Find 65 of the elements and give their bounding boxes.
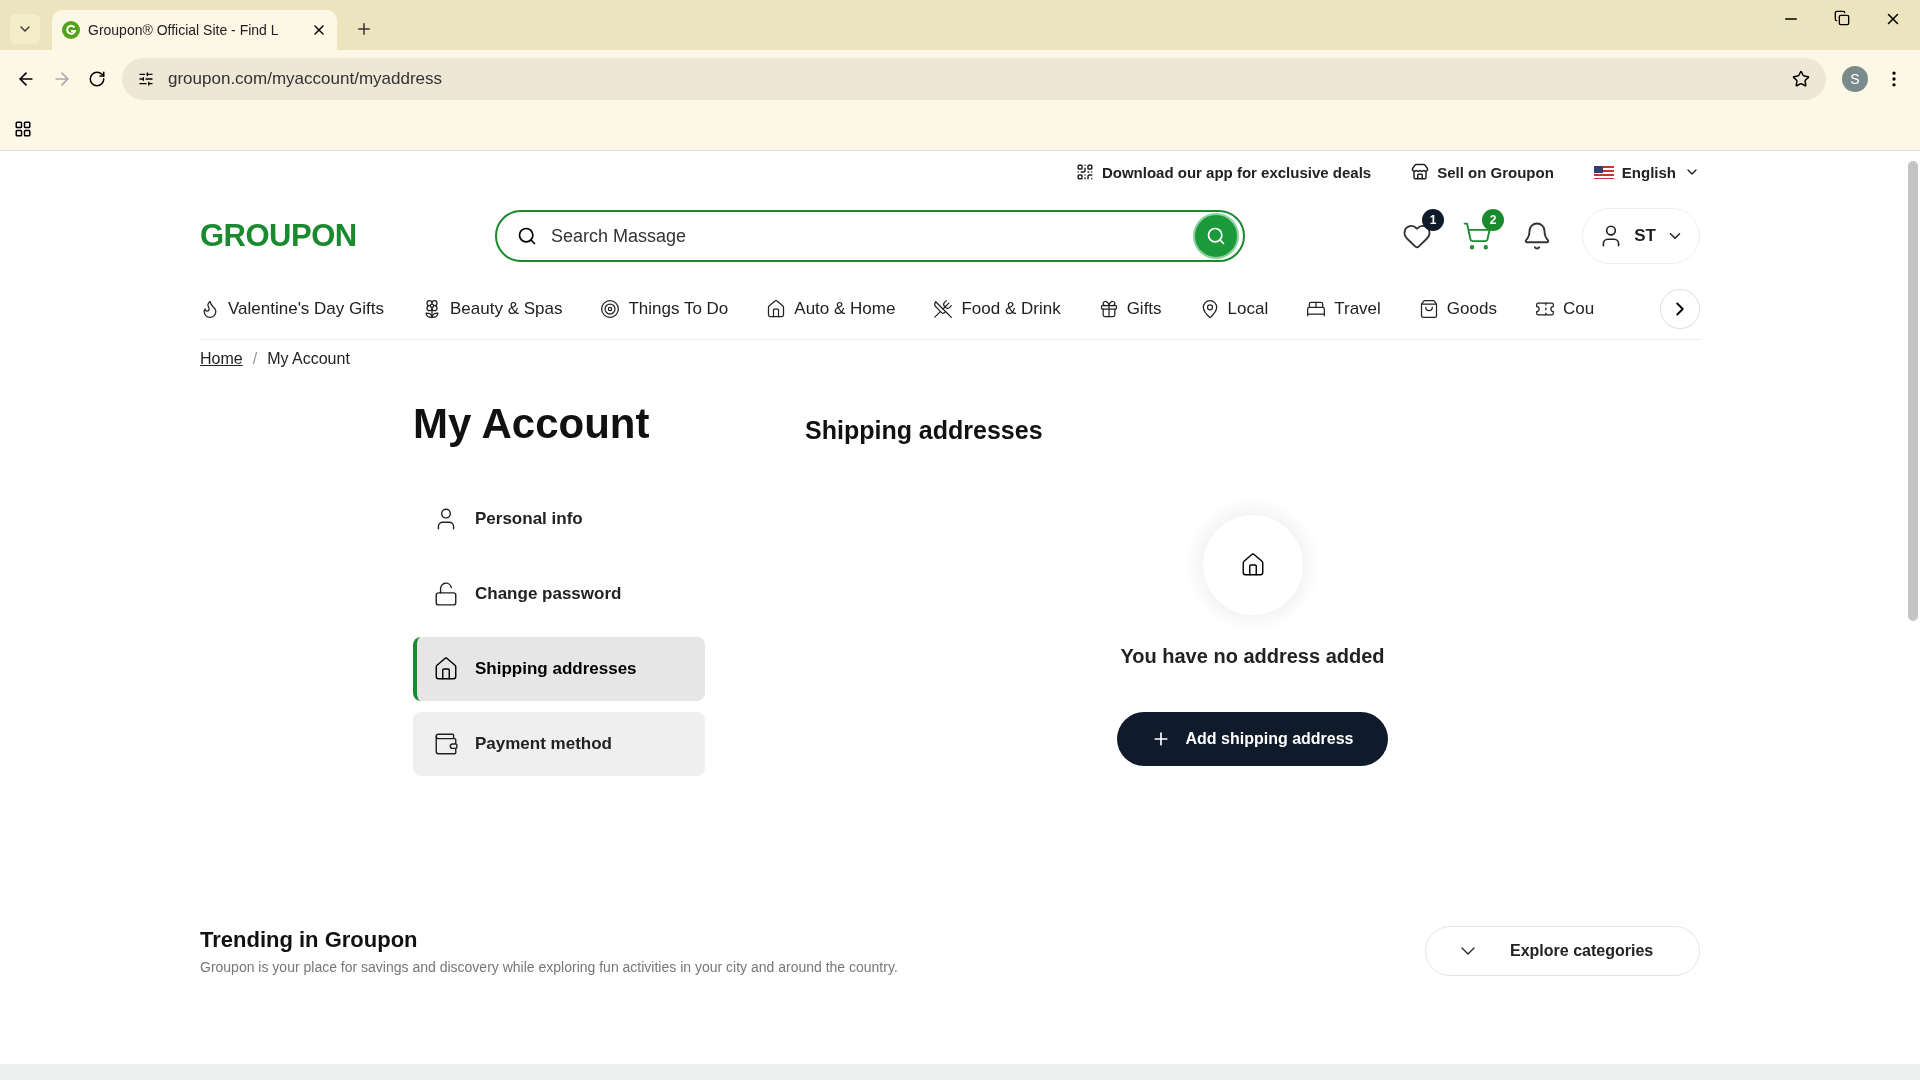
wishlist-count: 1: [1422, 209, 1444, 231]
top-link[interactable]: Sell on Groupon: [1411, 163, 1554, 181]
category-link[interactable]: Gifts: [1098, 299, 1162, 319]
cart-count: 2: [1482, 209, 1504, 231]
account-menu-button[interactable]: ST: [1582, 208, 1700, 264]
cart-button[interactable]: [1462, 221, 1492, 251]
top-link[interactable]: Download our app for exclusive deals: [1075, 163, 1372, 181]
flag-icon: [1593, 165, 1614, 179]
account-menu-item[interactable]: Change password: [413, 562, 705, 626]
apps-icon[interactable]: [14, 120, 32, 138]
groupon-logo[interactable]: GROUPON: [200, 218, 495, 254]
category-link[interactable]: Things To Do: [600, 299, 729, 319]
gift-icon: [1098, 299, 1119, 319]
search-field[interactable]: Search Massage: [495, 210, 1245, 262]
category-link[interactable]: Food & Drink: [933, 299, 1061, 319]
category-link[interactable]: Beauty & Spas: [422, 299, 563, 319]
qr-code-icon: [1075, 163, 1094, 181]
address-bar[interactable]: groupon.com/myaccount/myaddress: [122, 58, 1826, 100]
account-menu-item[interactable]: Shipping addresses: [413, 637, 705, 701]
lock-icon: [433, 581, 459, 607]
category-link[interactable]: Travel: [1306, 299, 1381, 319]
browser-tab[interactable]: Groupon® Official Site - Find L: [52, 10, 337, 50]
empty-message: You have no address added: [1120, 645, 1385, 668]
breadcrumb-current: My Account: [267, 350, 350, 368]
scrollbar[interactable]: [1908, 161, 1918, 621]
bookmark-star-icon[interactable]: [1792, 70, 1810, 88]
tab-title: Groupon® Official Site - Find L: [88, 22, 280, 38]
tab-list-button[interactable]: [10, 14, 40, 44]
language-selector[interactable]: English: [1593, 163, 1700, 181]
reload-icon[interactable]: [88, 70, 106, 88]
category-link[interactable]: Goods: [1418, 299, 1497, 319]
target-icon: [600, 299, 621, 319]
house-icon: [433, 656, 459, 682]
shopping-bag-icon: [1418, 299, 1439, 319]
notifications-button[interactable]: [1522, 221, 1552, 251]
category-link[interactable]: Auto & Home: [766, 299, 896, 319]
section-title: Shipping addresses: [805, 416, 1043, 445]
category-link[interactable]: Local: [1199, 299, 1269, 319]
category-link[interactable]: Valentine's Day Gifts: [200, 299, 384, 319]
next-categories-button[interactable]: [1660, 289, 1700, 329]
search-icon: [1206, 226, 1226, 246]
plus-icon: [355, 20, 373, 38]
url-text: groupon.com/myaccount/myaddress: [168, 69, 444, 89]
category-link[interactable]: Cou: [1534, 299, 1595, 319]
page-title: My Account: [413, 400, 651, 448]
add-shipping-address-button[interactable]: Add shipping address: [1117, 712, 1388, 766]
breadcrumb-separator: /: [252, 350, 258, 368]
breadcrumb-link[interactable]: Home: [200, 350, 243, 368]
search-button[interactable]: [1193, 213, 1239, 259]
account-menu-item[interactable]: Personal info: [413, 487, 705, 551]
trending-description: Groupon is your place for savings and discovery while exploring fun activities in your city and around the country.: [200, 959, 898, 975]
wallet-icon: [433, 731, 459, 757]
explore-categories-button[interactable]: Explore categories: [1425, 926, 1700, 976]
favicon-icon: [62, 21, 80, 39]
store-icon: [1411, 163, 1430, 181]
bed-icon: [1306, 299, 1327, 319]
search-icon: [517, 226, 537, 246]
utensils-icon: [933, 299, 954, 319]
house-icon: [766, 299, 787, 319]
profile-avatar[interactable]: S: [1842, 66, 1868, 92]
account-menu-item[interactable]: Payment method: [413, 712, 705, 776]
search-input[interactable]: Search Massage: [549, 224, 1181, 248]
restore-icon[interactable]: [1834, 10, 1850, 26]
site-settings-icon[interactable]: [138, 71, 154, 87]
trending-title: Trending in Groupon: [200, 927, 419, 953]
